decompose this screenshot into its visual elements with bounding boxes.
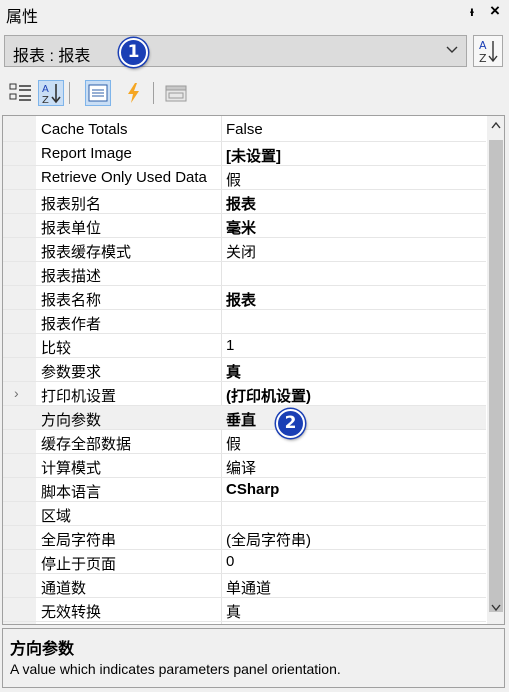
alphabetical-sort-icon: A Z	[42, 84, 61, 106]
categorized-button[interactable]	[8, 80, 34, 106]
expand-chevron-icon[interactable]: ›	[14, 385, 19, 401]
property-value[interactable]: [未设置]	[226, 145, 281, 166]
property-name: 方向参数	[41, 412, 102, 429]
property-name: 报表名称	[41, 292, 102, 309]
callout-badge-2: 2	[276, 409, 305, 438]
property-row[interactable]: Report Image [未设置]	[3, 142, 486, 166]
property-row[interactable]: Retrieve Only Used Data 假	[3, 166, 486, 190]
property-name: 报表单位	[41, 220, 102, 237]
lightning-icon	[128, 83, 139, 103]
property-name: Cache Totals	[41, 121, 128, 138]
property-value[interactable]: 0	[226, 553, 234, 570]
property-value[interactable]: 真	[226, 601, 241, 622]
property-row[interactable]: 参数要求 真	[3, 358, 486, 382]
property-pages-button[interactable]	[163, 80, 189, 106]
properties-button[interactable]	[85, 80, 111, 106]
events-button[interactable]	[121, 80, 147, 106]
property-row[interactable]: 缓存全部数据 假	[3, 430, 486, 454]
property-value[interactable]: (全局字符串)	[226, 529, 311, 550]
property-grid-toolbar: A Z	[0, 76, 509, 112]
vertical-scrollbar[interactable]	[487, 116, 504, 624]
property-value[interactable]: 垂直	[226, 409, 256, 430]
property-value[interactable]: 报表	[226, 193, 256, 214]
property-row[interactable]: › 打印机设置 (打印机设置)	[3, 382, 486, 406]
panel-titlebar: 属性 ᵻ ×	[0, 0, 509, 26]
property-pages-icon	[165, 85, 187, 102]
property-row[interactable]: 计算模式 编译	[3, 454, 486, 478]
callout-badge-1: 1	[119, 38, 148, 67]
property-value[interactable]: 1	[226, 337, 234, 354]
scrollbar-thumb[interactable]	[489, 140, 503, 612]
svg-text:Z: Z	[479, 52, 487, 65]
property-rows: Cache Totals False Report Image [未设置] Retrie…	[3, 118, 486, 624]
sort-az-icon: A Z	[479, 39, 498, 65]
object-selector-dropdown[interactable]: 报表 : 报表	[4, 35, 467, 67]
properties-icon	[88, 84, 108, 102]
svg-text:Z: Z	[42, 95, 49, 105]
sort-az-button[interactable]: A Z	[473, 35, 503, 67]
property-row[interactable]: 方向参数 垂直	[3, 406, 486, 430]
property-name: 通道数	[41, 580, 87, 597]
toolbar-separator	[69, 82, 70, 104]
object-selector-value: 报表 : 报表	[13, 48, 91, 65]
description-panel: 方向参数 A value which indicates parameters …	[2, 628, 505, 688]
property-value[interactable]: 毫米	[226, 217, 256, 238]
property-value[interactable]: 假	[226, 169, 241, 190]
scroll-up-icon[interactable]	[491, 121, 501, 129]
svg-text:A: A	[479, 39, 487, 52]
property-name: 无效转换	[41, 604, 102, 621]
property-name: Retrieve Only Used Data	[41, 169, 207, 186]
property-name: 报表缓存模式	[41, 244, 132, 261]
toolbar-separator	[153, 82, 154, 104]
categorized-icon	[9, 83, 31, 101]
property-value[interactable]: 编译	[226, 457, 256, 478]
alphabetical-button[interactable]: A Z	[38, 80, 64, 106]
property-row[interactable]: 区域	[3, 502, 486, 526]
scroll-down-icon[interactable]	[491, 604, 501, 612]
property-name: 计算模式	[41, 460, 102, 477]
property-value[interactable]: 假	[226, 433, 241, 454]
property-value[interactable]: False	[226, 121, 263, 138]
property-value[interactable]: 关闭	[226, 241, 256, 262]
property-grid: Cache Totals False Report Image [未设置] Retrie…	[2, 115, 505, 625]
property-row[interactable]: 无效转换 真	[3, 598, 486, 622]
property-row[interactable]: 报表名称 报表	[3, 286, 486, 310]
description-text: A value which indicates parameters panel…	[10, 661, 341, 677]
panel-title: 属性	[6, 9, 39, 26]
property-value[interactable]: CSharp	[226, 481, 279, 498]
property-name: 缓存全部数据	[41, 436, 132, 453]
property-row[interactable]: Cache Totals False	[3, 118, 486, 142]
property-name: 参数要求	[41, 364, 102, 381]
description-title: 方向参数	[10, 641, 75, 658]
property-name: 比较	[41, 340, 72, 357]
chevron-down-icon	[446, 46, 458, 53]
property-name: 打印机设置	[41, 388, 117, 405]
property-row[interactable]: 报表描述	[3, 262, 486, 286]
close-icon[interactable]: ×	[490, 1, 500, 21]
property-row[interactable]: 报表缓存模式 关闭	[3, 238, 486, 262]
property-row[interactable]: 报表作者	[3, 310, 486, 334]
property-value[interactable]: 单通道	[226, 577, 271, 598]
property-row[interactable]: 通道数 单通道	[3, 574, 486, 598]
property-row[interactable]: 全局字符串 (全局字符串)	[3, 526, 486, 550]
property-value[interactable]: (打印机设置)	[226, 385, 311, 406]
property-value[interactable]: 报表	[226, 289, 256, 310]
property-value[interactable]: 真	[226, 361, 241, 382]
svg-text:A: A	[42, 84, 49, 95]
property-row[interactable]: 脚本语言 CSharp	[3, 478, 486, 502]
property-row[interactable]: 停止于页面 0	[3, 550, 486, 574]
property-name: 报表别名	[41, 196, 102, 213]
property-row[interactable]: 报表别名 报表	[3, 190, 486, 214]
property-row[interactable]	[3, 622, 486, 624]
pin-icon[interactable]: ᵻ	[470, 3, 474, 19]
property-name: 报表描述	[41, 268, 102, 285]
property-name: 停止于页面	[41, 556, 117, 573]
property-name: 区域	[41, 508, 72, 525]
property-row[interactable]: 报表单位 毫米	[3, 214, 486, 238]
property-name: 报表作者	[41, 316, 102, 333]
property-name: 全局字符串	[41, 532, 117, 549]
property-name: 脚本语言	[41, 484, 102, 501]
property-name: Report Image	[41, 145, 132, 162]
property-row[interactable]: 比较 1	[3, 334, 486, 358]
